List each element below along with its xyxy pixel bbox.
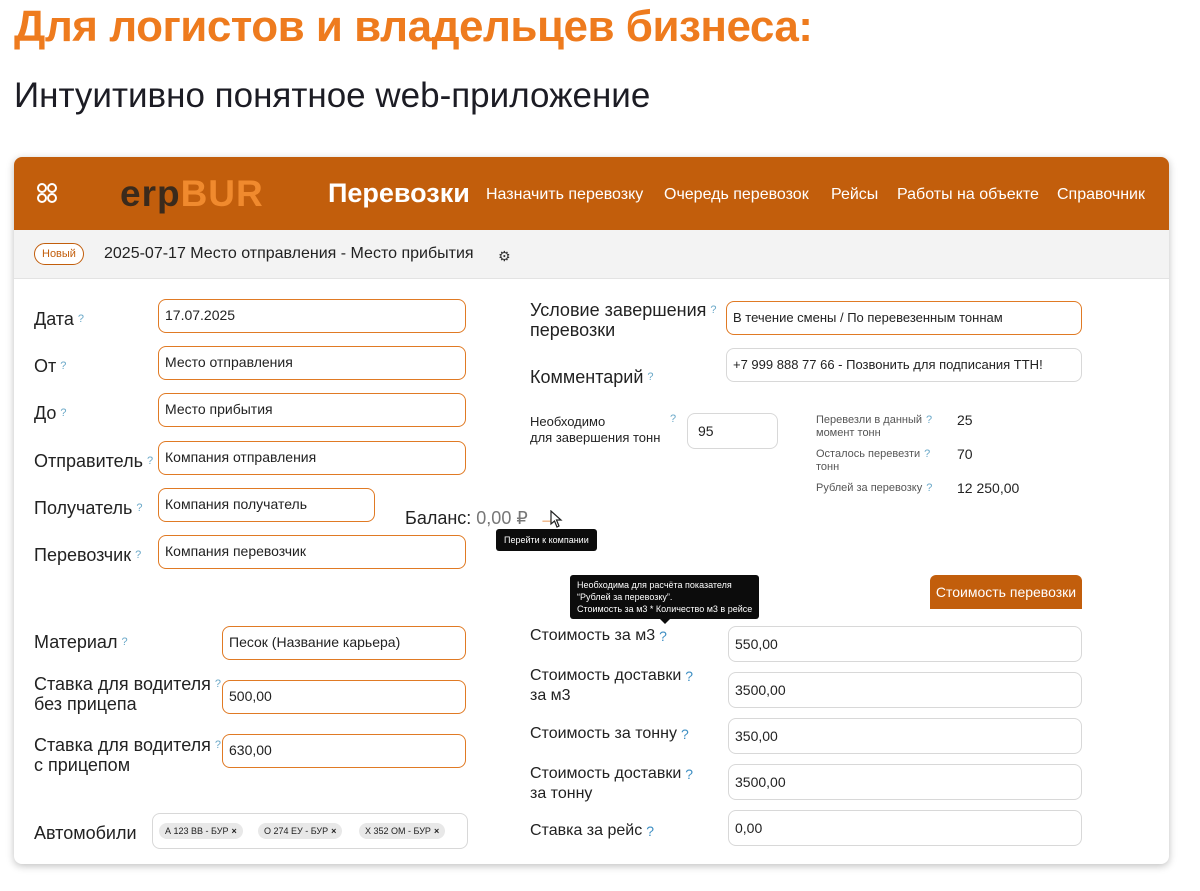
rate-trailer-field[interactable]: 630,00	[222, 734, 466, 768]
help-icon[interactable]: ?	[710, 304, 716, 316]
trip-rate-label: Ставка за рейс?	[530, 822, 655, 839]
document-header: Новый 2025-07-17 Место отправления - Мес…	[14, 230, 1169, 279]
receiver-field[interactable]: Компания получатель	[158, 488, 375, 522]
help-icon[interactable]: ?	[121, 636, 127, 648]
from-label: От?	[34, 356, 67, 376]
page-heading: Для логистов и владельцев бизнеса:	[14, 2, 813, 51]
completion-label: Условие завершения? перевозки	[530, 300, 717, 340]
nav-trips[interactable]: Рейсы	[831, 186, 878, 204]
cost-ton-field[interactable]: 350,00	[728, 718, 1082, 754]
brand-accent: BUR	[180, 173, 264, 214]
delivery-ton-label: Стоимость доставки? за тонну	[530, 765, 694, 802]
trip-rate-field[interactable]: 0,00	[728, 810, 1082, 846]
comment-field[interactable]: +7 999 888 77 66 - Позвонить для подписа…	[726, 348, 1082, 382]
close-icon[interactable]: ×	[231, 826, 236, 836]
tons-needed-field[interactable]: 95	[687, 413, 778, 449]
brand-logo[interactable]: erpBUR	[120, 173, 264, 215]
balance: Баланс: 0,00 ₽ →	[405, 508, 557, 529]
rate-no-trailer-field[interactable]: 500,00	[222, 680, 466, 714]
nav-site-works[interactable]: Работы на объекте	[897, 186, 1039, 204]
balance-value: 0,00 ₽	[476, 508, 528, 528]
stat-transported-label: Перевезли в данный? момент тонн	[816, 414, 933, 439]
stat-rubles-label: Рублей за перевозку?	[816, 482, 933, 494]
cursor-icon	[550, 510, 563, 528]
cost-m3-label: Стоимость за м3?	[530, 627, 667, 644]
app-grid-icon[interactable]	[36, 182, 58, 204]
app-window: erpBUR Перевозки Назначить перевозку Оче…	[14, 157, 1169, 864]
nav-directory[interactable]: Справочник	[1057, 186, 1145, 204]
close-icon[interactable]: ×	[331, 826, 336, 836]
gear-icon[interactable]: ⚙	[498, 248, 511, 265]
help-icon[interactable]: ?	[681, 726, 689, 742]
help-icon[interactable]: ?	[135, 549, 141, 561]
material-field[interactable]: Песок (Название карьера)	[222, 626, 466, 660]
section-title: Перевозки	[328, 178, 470, 208]
help-icon[interactable]: ?	[926, 482, 932, 494]
vehicle-chip[interactable]: О 274 ЕУ - БУР ×	[258, 823, 343, 839]
help-icon[interactable]: ?	[670, 413, 676, 425]
help-icon[interactable]: ?	[924, 448, 930, 460]
brand-dark: erp	[120, 173, 181, 214]
nav-transport-queue[interactable]: Очередь перевозок	[664, 186, 809, 204]
help-icon[interactable]: ?	[646, 823, 654, 839]
rate-no-trailer-label: Ставка для водителя? без прицепа	[34, 674, 222, 714]
stat-remaining-label: Осталось перевезти? тонн	[816, 448, 931, 473]
help-icon[interactable]: ?	[926, 414, 932, 426]
carrier-label: Перевозчик?	[34, 545, 142, 565]
help-icon[interactable]: ?	[647, 371, 653, 383]
cost-tooltip: Необходима для расчёта показателя “Рубле…	[570, 575, 760, 624]
material-label: Материал?	[34, 632, 128, 652]
comment-label: Комментарий?	[530, 367, 654, 387]
stat-rubles-value: 12 250,00	[957, 480, 1020, 496]
help-icon[interactable]: ?	[215, 739, 221, 751]
cost-tab-button[interactable]: Стоимость перевозки	[930, 575, 1082, 609]
help-icon[interactable]: ?	[215, 678, 221, 690]
document-title: 2025-07-17 Место отправления - Место при…	[104, 245, 474, 262]
tons-needed-label: Необходимо для завершения тонн	[530, 414, 661, 445]
balance-label: Баланс:	[405, 508, 472, 528]
help-icon[interactable]: ?	[659, 628, 667, 644]
delivery-ton-field[interactable]: 3500,00	[728, 764, 1082, 800]
stat-remaining-value: 70	[957, 446, 973, 462]
nav-assign-transport[interactable]: Назначить перевозку	[486, 186, 643, 204]
go-to-company-tooltip: Перейти к компании	[496, 529, 597, 551]
cost-m3-field[interactable]: 550,00	[728, 626, 1082, 662]
vehicle-chip[interactable]: Х 352 ОМ - БУР ×	[359, 823, 446, 839]
help-icon[interactable]: ?	[78, 313, 84, 325]
page-subheading: Интуитивно понятное web-приложение	[14, 76, 651, 115]
help-icon[interactable]: ?	[60, 360, 66, 372]
receiver-label: Получатель?	[34, 498, 143, 518]
to-label: До?	[34, 403, 67, 423]
help-icon[interactable]: ?	[60, 407, 66, 419]
to-field[interactable]: Место прибытия	[158, 393, 466, 427]
status-badge: Новый	[34, 243, 84, 265]
date-label: Дата?	[34, 309, 84, 329]
help-icon[interactable]: ?	[136, 502, 142, 514]
delivery-m3-field[interactable]: 3500,00	[728, 672, 1082, 708]
help-icon[interactable]: ?	[685, 668, 693, 684]
delivery-m3-label: Стоимость доставки? за м3	[530, 667, 694, 704]
from-field[interactable]: Место отправления	[158, 346, 466, 380]
help-icon[interactable]: ?	[685, 766, 693, 782]
date-field[interactable]: 17.07.2025	[158, 299, 466, 333]
vehicle-chip[interactable]: А 123 ВВ - БУР ×	[159, 823, 243, 839]
vehicles-label: Автомобили	[34, 823, 137, 843]
carrier-field[interactable]: Компания перевозчик	[158, 535, 466, 569]
sender-label: Отправитель?	[34, 451, 154, 471]
sender-field[interactable]: Компания отправления	[158, 441, 466, 475]
stat-transported-value: 25	[957, 412, 973, 428]
rate-trailer-label: Ставка для водителя? с прицепом	[34, 735, 222, 775]
cost-ton-label: Стоимость за тонну?	[530, 725, 689, 742]
vehicles-field[interactable]: А 123 ВВ - БУР × О 274 ЕУ - БУР × Х 352 ОМ…	[152, 813, 468, 849]
navbar: erpBUR Перевозки Назначить перевозку Оче…	[14, 157, 1169, 230]
help-icon[interactable]: ?	[147, 455, 153, 467]
close-icon[interactable]: ×	[434, 826, 439, 836]
completion-field[interactable]: В течение смены / По перевезенным тоннам	[726, 301, 1082, 335]
